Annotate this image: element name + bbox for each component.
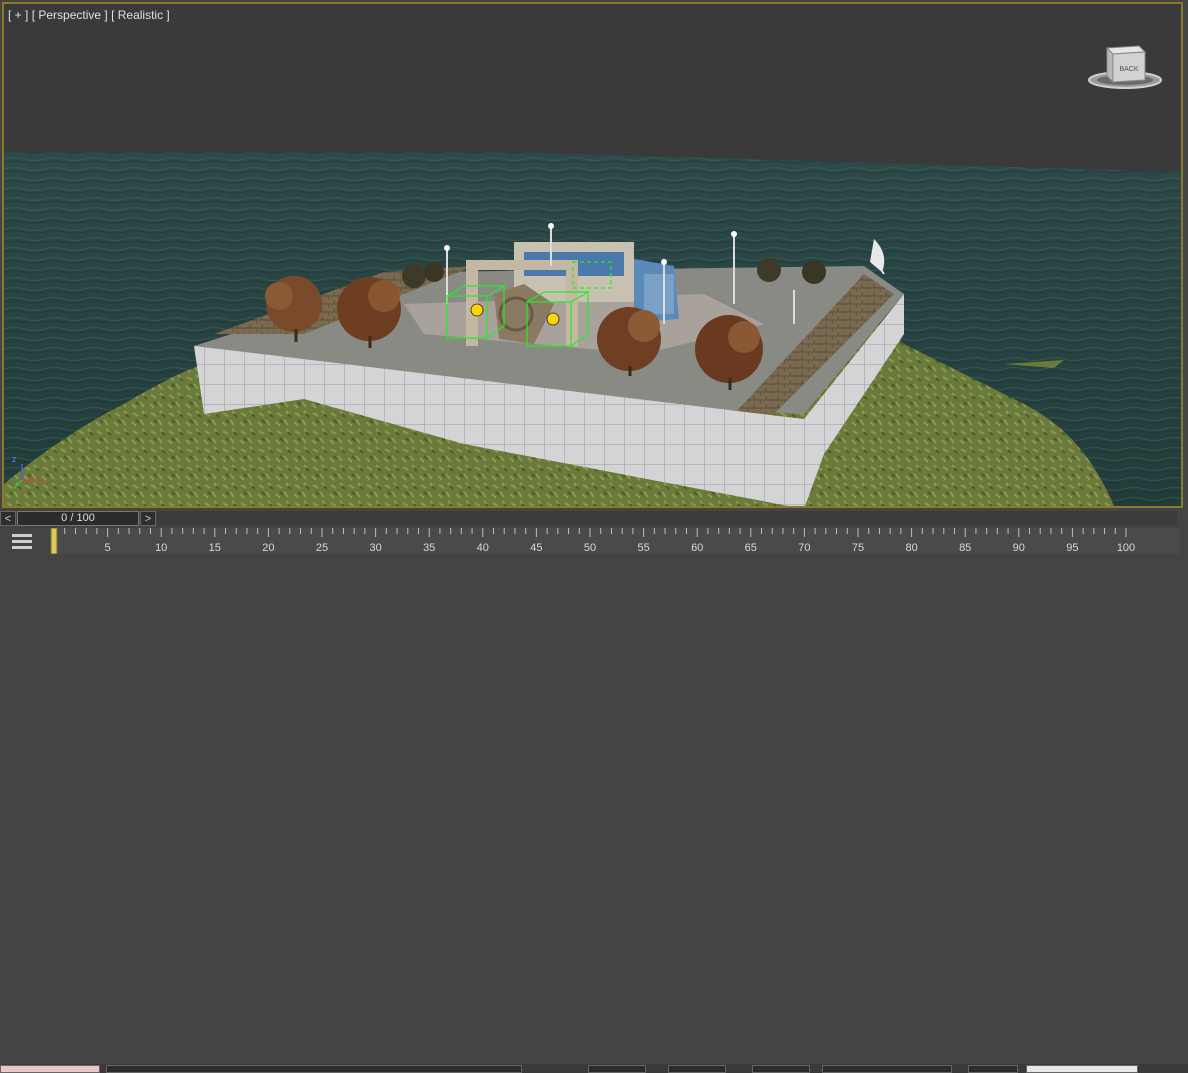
status-field-left[interactable] bbox=[0, 1065, 100, 1073]
current-frame-indicator[interactable] bbox=[50, 528, 58, 554]
ruler-tick-label: 90 bbox=[1013, 542, 1025, 554]
time-slider-thumb[interactable]: 0 / 100 bbox=[17, 511, 139, 526]
ruler-tick-label: 20 bbox=[262, 542, 274, 554]
ruler-tick-label: 65 bbox=[745, 542, 757, 554]
viewport-menu-shading[interactable]: [ Realistic ] bbox=[111, 8, 170, 22]
status-strip bbox=[0, 1064, 1188, 1073]
ruler-tick-label: 60 bbox=[691, 542, 703, 554]
ruler-tick-label: 40 bbox=[477, 542, 489, 554]
viewport-menu-view[interactable]: [ Perspective ] bbox=[32, 8, 108, 22]
ruler-tick-label: 75 bbox=[852, 542, 864, 554]
track-bar-icon[interactable] bbox=[10, 532, 34, 550]
track-bar-ruler[interactable]: 5 10 15 20 25 30 35 40 45 50 55 60 65 70 75 80 85 90 95 100 bbox=[50, 528, 1180, 554]
time-slider: < 0 / 100 > bbox=[0, 511, 1188, 527]
perspective-viewport[interactable]: [ + ] [ Perspective ] [ Realistic ] x z … bbox=[2, 2, 1183, 508]
axis-z-label: z bbox=[12, 454, 17, 464]
axis-x-label: x bbox=[40, 475, 45, 485]
ruler-tick-label: 70 bbox=[798, 542, 810, 554]
ruler-tick-label: 15 bbox=[209, 542, 221, 554]
ruler-tick-label: 50 bbox=[584, 542, 596, 554]
status-field-keyfilter[interactable] bbox=[1026, 1065, 1138, 1073]
viewport-label[interactable]: [ + ] [ Perspective ] [ Realistic ] bbox=[8, 8, 170, 22]
ruler-tick-label: 25 bbox=[316, 542, 328, 554]
status-field-main[interactable] bbox=[106, 1065, 522, 1073]
ruler-tick-label: 100 bbox=[1117, 542, 1135, 554]
scene-render: x z bbox=[4, 4, 1181, 506]
status-field-y[interactable] bbox=[668, 1065, 726, 1073]
ruler-tick-label: 95 bbox=[1066, 542, 1078, 554]
time-slider-track[interactable] bbox=[157, 511, 1177, 526]
ruler-tick-label: 30 bbox=[369, 542, 381, 554]
status-field-x[interactable] bbox=[588, 1065, 646, 1073]
ruler-tick-label: 80 bbox=[905, 542, 917, 554]
ruler-tick-label: 10 bbox=[155, 542, 167, 554]
ruler-tick-label: 5 bbox=[105, 542, 111, 554]
status-field-z[interactable] bbox=[752, 1065, 810, 1073]
ruler-tick-label: 45 bbox=[530, 542, 542, 554]
viewcube-icon[interactable]: BACK bbox=[1085, 40, 1165, 92]
previous-frame-button[interactable]: < bbox=[0, 511, 16, 526]
ruler-tick-label: 35 bbox=[423, 542, 435, 554]
timeline-panel: < 0 / 100 > 5 10 15 20 25 30 35 40 45 50 55 60 65 70 7… bbox=[0, 508, 1188, 1073]
status-field-grid[interactable] bbox=[822, 1065, 952, 1073]
status-field-key[interactable] bbox=[968, 1065, 1018, 1073]
viewcube-face-label: BACK bbox=[1119, 66, 1138, 73]
ruler-tick-label: 85 bbox=[959, 542, 971, 554]
ruler-tick-label: 55 bbox=[637, 542, 649, 554]
viewport-menu-plus[interactable]: [ + ] bbox=[8, 8, 28, 22]
next-frame-button[interactable]: > bbox=[140, 511, 156, 526]
